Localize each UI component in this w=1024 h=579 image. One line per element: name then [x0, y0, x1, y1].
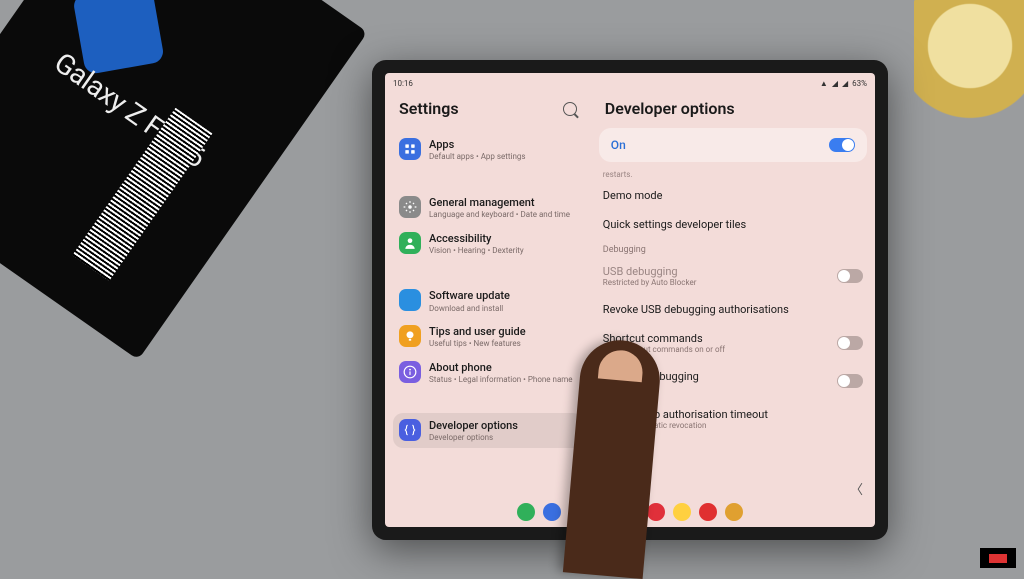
info-icon: [399, 361, 421, 383]
status-time: 10:16: [393, 79, 413, 88]
apps-icon: [399, 138, 421, 160]
wifi-icon: ▲: [820, 79, 828, 88]
developer-options-title: Developer options: [605, 99, 861, 118]
desk-toy-prop: [914, 0, 1024, 130]
dock-app-8[interactable]: [725, 503, 743, 521]
nav-subtitle: Developer options: [429, 433, 518, 443]
nav-title: General management: [429, 196, 570, 209]
nav-item-tips-and-user-guide[interactable]: Tips and user guideUseful tips • New fea…: [393, 319, 583, 355]
dev-item-title: Demo mode: [603, 189, 663, 202]
dev-item-usb-debugging: USB debuggingRestricted by Auto Blocker: [599, 257, 867, 295]
braces-icon: [399, 419, 421, 441]
dev-item-quick-settings-developer-tiles[interactable]: Quick settings developer tiles: [599, 210, 867, 239]
back-icon[interactable]: 〈: [850, 479, 863, 498]
nav-item-accessibility[interactable]: AccessibilityVision • Hearing • Dexterit…: [393, 226, 583, 262]
nav-subtitle: Vision • Hearing • Dexterity: [429, 246, 524, 256]
toggle-switch-icon: [837, 269, 863, 283]
nav-subtitle: Default apps • App settings: [429, 152, 526, 162]
toggle-switch-icon: [829, 138, 855, 152]
nav-item-apps[interactable]: AppsDefault apps • App settings: [393, 132, 583, 168]
nav-subtitle: Status • Legal information • Phone name: [429, 375, 573, 385]
dev-item-title: Revoke USB debugging authorisations: [603, 303, 789, 316]
master-toggle-label: On: [611, 138, 626, 152]
person-icon: [399, 232, 421, 254]
dev-item-subtitle: Restricted by Auto Blocker: [603, 278, 697, 287]
download-icon: [399, 289, 421, 311]
nav-item-developer-options[interactable]: Developer optionsDeveloper options: [393, 413, 583, 449]
status-bar: 10:16 ▲ ◢ ◢ 63%: [385, 73, 875, 93]
settings-title: Settings: [399, 99, 459, 118]
nav-item-general-management[interactable]: General managementLanguage and keyboard …: [393, 190, 583, 226]
battery-text: 63%: [852, 79, 867, 88]
dev-item-demo-mode[interactable]: Demo mode: [599, 181, 867, 210]
section-header: Debugging: [599, 239, 867, 257]
dock-app-1[interactable]: [543, 503, 561, 521]
search-icon[interactable]: [563, 102, 577, 116]
nav-title: Developer options: [429, 419, 518, 432]
dock-app-7[interactable]: [699, 503, 717, 521]
settings-pane: Settings AppsDefault apps • App settings…: [385, 93, 591, 501]
nav-item-software-update[interactable]: Software update Download and install: [393, 283, 583, 319]
bulb-icon: [399, 325, 421, 347]
nav-title: Apps: [429, 138, 526, 151]
dock-app-0[interactable]: [517, 503, 535, 521]
dock-app-6[interactable]: [673, 503, 691, 521]
dev-item-revoke-usb-debugging-authorisations[interactable]: Revoke USB debugging authorisations: [599, 295, 867, 324]
status-right: ▲ ◢ ◢ 63%: [820, 79, 867, 88]
nav-subtitle: Language and keyboard • Date and time: [429, 210, 570, 220]
nav-title: Software update: [429, 289, 510, 302]
dev-item-title: Quick settings developer tiles: [603, 218, 746, 231]
nav-subtitle: Useful tips • New features: [429, 339, 526, 349]
signal-icon-2: ◢: [842, 79, 848, 88]
nav-subtitle: Download and install: [429, 304, 510, 314]
gear-icon: [399, 196, 421, 218]
nav-item-about-phone[interactable]: About phoneStatus • Legal information • …: [393, 355, 583, 391]
dev-item-title: USB debugging: [603, 265, 697, 278]
developer-options-master-toggle[interactable]: On: [599, 128, 867, 162]
toggle-switch-icon[interactable]: [837, 336, 863, 350]
dock-app-5[interactable]: [647, 503, 665, 521]
toggle-switch-icon[interactable]: [837, 374, 863, 388]
nav-title: Tips and user guide: [429, 325, 526, 338]
product-box-prop: Galaxy Z Fold6: [0, 0, 368, 360]
nav-title: Accessibility: [429, 232, 524, 245]
signal-icon: ◢: [832, 79, 838, 88]
nav-title: About phone: [429, 361, 573, 374]
channel-badge: [980, 548, 1016, 568]
restarts-note: restarts.: [599, 168, 867, 181]
